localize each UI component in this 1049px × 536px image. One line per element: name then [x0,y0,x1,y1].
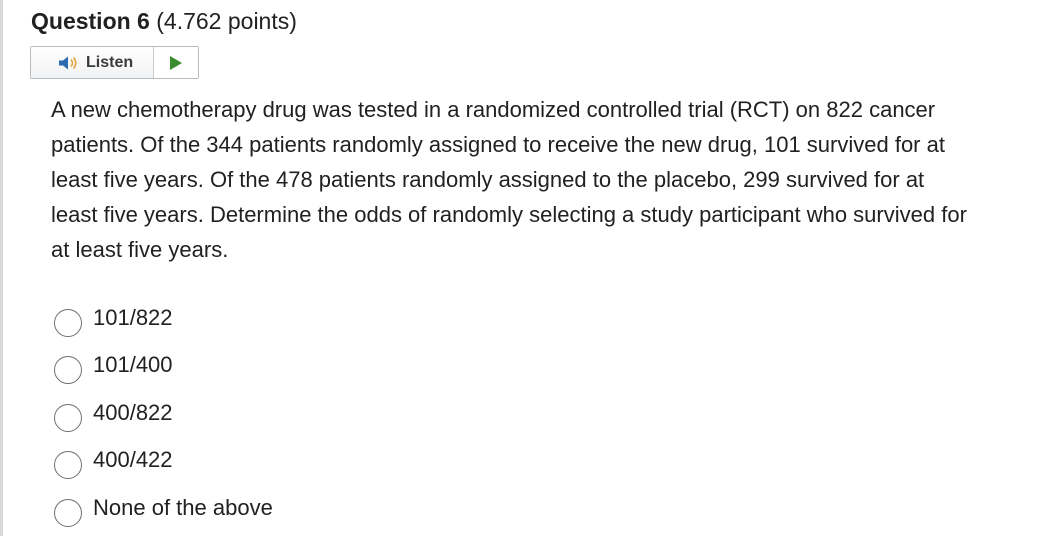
play-button[interactable] [154,47,198,78]
answer-option[interactable]: None of the above [54,486,273,534]
answer-options: 101/822 101/400 400/822 400/422 None of … [54,296,273,534]
answer-option-label: 101/400 [93,352,173,378]
radio-button[interactable] [54,498,82,527]
answer-option-label: 400/422 [93,447,173,473]
listen-button[interactable]: Listen [31,47,154,78]
play-icon [170,55,182,70]
question-number: Question 6 [31,8,150,34]
answer-option[interactable]: 400/822 [54,391,273,439]
left-border [0,0,3,536]
answer-option[interactable]: 400/422 [54,439,273,487]
answer-option[interactable]: 101/822 [54,296,273,344]
speaker-icon [59,56,77,69]
answer-option[interactable]: 101/400 [54,344,273,392]
radio-button[interactable] [54,403,82,432]
radio-button[interactable] [54,356,82,385]
answer-option-label: None of the above [93,494,273,520]
radio-button[interactable] [54,308,82,337]
answer-option-label: 101/822 [93,304,173,330]
question-page: Question 6 (4.762 points) Listen A new c… [0,0,1049,536]
question-points: (4.762 points) [156,8,297,34]
answer-option-label: 400/822 [93,399,173,425]
radio-button[interactable] [54,451,82,480]
question-text: A new chemotherapy drug was tested in a … [51,97,967,262]
read-aloud-toolbar: Listen [30,46,199,79]
question-title: Question 6 (4.762 points) [31,6,297,36]
listen-label: Listen [86,53,134,71]
